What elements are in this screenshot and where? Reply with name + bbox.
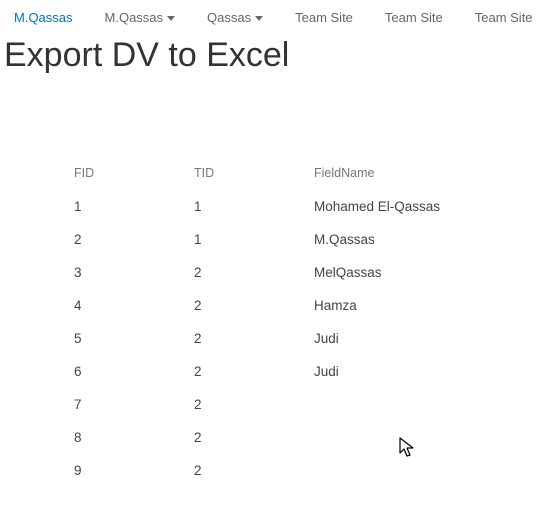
cell-fieldname: Mohamed El-Qassas <box>304 190 544 223</box>
cell-fieldname <box>304 421 544 454</box>
top-navigation: M.Qassas M.Qassas Qassas Team Site Team Site… <box>0 0 548 35</box>
cell-fid: 5 <box>64 322 184 355</box>
cell-fieldname: Hamza <box>304 289 544 322</box>
table-header-row: FID TID FieldName <box>64 160 544 190</box>
table-row[interactable]: 82 <box>64 421 544 454</box>
cell-fieldname: M.Qassas <box>304 223 544 256</box>
nav-item-1[interactable]: M.Qassas <box>97 6 184 29</box>
cell-fid: 8 <box>64 421 184 454</box>
cell-fieldname: Judi <box>304 322 544 355</box>
nav-item-3[interactable]: Team Site <box>287 6 361 29</box>
nav-item-label: Team Site <box>385 10 443 25</box>
cell-tid: 2 <box>184 289 304 322</box>
caret-down-icon[interactable] <box>167 16 175 22</box>
table-row[interactable]: 21M.Qassas <box>64 223 544 256</box>
table-row[interactable]: 52Judi <box>64 322 544 355</box>
column-header-fid[interactable]: FID <box>64 160 184 190</box>
cell-fid: 4 <box>64 289 184 322</box>
cell-fid: 9 <box>64 454 184 487</box>
data-table: FID TID FieldName 11Mohamed El-Qassas21M… <box>64 160 544 487</box>
table-row[interactable]: 72 <box>64 388 544 421</box>
cell-fid: 1 <box>64 190 184 223</box>
cell-tid: 2 <box>184 322 304 355</box>
cell-tid: 1 <box>184 190 304 223</box>
cell-fieldname: Judi <box>304 355 544 388</box>
column-header-tid[interactable]: TID <box>184 160 304 190</box>
cell-tid: 2 <box>184 256 304 289</box>
nav-item-2[interactable]: Qassas <box>199 6 271 29</box>
cell-tid: 2 <box>184 454 304 487</box>
nav-item-label: Qassas <box>207 10 251 25</box>
cell-fieldname: MelQassas <box>304 256 544 289</box>
table-row[interactable]: 42Hamza <box>64 289 544 322</box>
cell-tid: 1 <box>184 223 304 256</box>
caret-down-icon[interactable] <box>255 16 263 22</box>
cell-fieldname <box>304 454 544 487</box>
cell-fid: 7 <box>64 388 184 421</box>
nav-item-0[interactable]: M.Qassas <box>6 6 81 29</box>
cell-tid: 2 <box>184 421 304 454</box>
nav-item-5[interactable]: Team Site <box>467 6 541 29</box>
nav-item-label: M.Qassas <box>14 10 73 25</box>
cell-fid: 3 <box>64 256 184 289</box>
nav-item-label: M.Qassas <box>105 10 164 25</box>
cell-fieldname <box>304 388 544 421</box>
nav-item-label: Team Site <box>295 10 353 25</box>
table-row[interactable]: 92 <box>64 454 544 487</box>
page-title: Export DV to Excel <box>0 37 548 74</box>
cell-tid: 2 <box>184 355 304 388</box>
nav-item-label: Team Site <box>475 10 533 25</box>
cell-fid: 2 <box>64 223 184 256</box>
column-header-fieldname[interactable]: FieldName <box>304 160 544 190</box>
table-row[interactable]: 11Mohamed El-Qassas <box>64 190 544 223</box>
nav-item-4[interactable]: Team Site <box>377 6 451 29</box>
table-row[interactable]: 32MelQassas <box>64 256 544 289</box>
cell-tid: 2 <box>184 388 304 421</box>
cell-fid: 6 <box>64 355 184 388</box>
table-row[interactable]: 62Judi <box>64 355 544 388</box>
data-table-wrapper: FID TID FieldName 11Mohamed El-Qassas21M… <box>64 160 548 487</box>
